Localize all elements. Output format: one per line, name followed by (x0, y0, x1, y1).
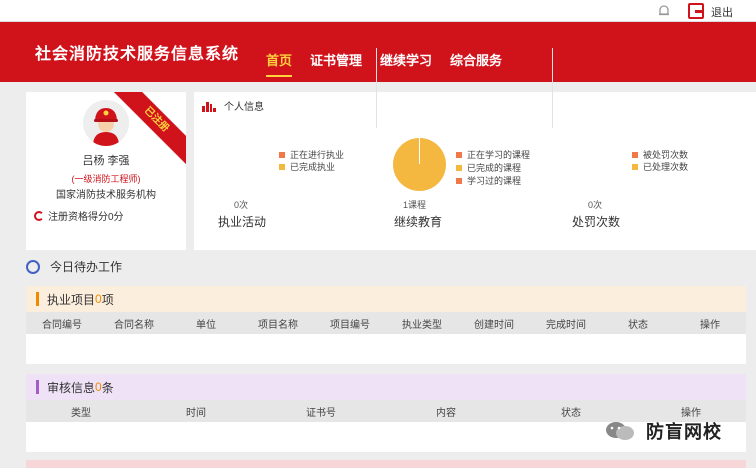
column-header: 合同名称 (114, 319, 154, 331)
wechat-logo-icon (606, 422, 634, 440)
stat-value: 1课程 (403, 200, 427, 210)
legend-swatch (456, 164, 462, 171)
tab-home[interactable]: 首页 (266, 50, 293, 77)
top-bar: 退出 (0, 0, 756, 22)
logout-icon[interactable] (688, 3, 704, 19)
profile-score: 注册资格得分0分 (34, 208, 124, 223)
column-header: 操作 (681, 407, 701, 419)
column-header: 合同编号 (42, 319, 82, 331)
practice-section: 执业项目 0 项 合同编号 合同名称 单位 项目名称 项目编号 执业类型 创建时… (26, 286, 746, 364)
tasks-header: 今日待办工作 (26, 258, 122, 275)
section-marker (36, 380, 39, 394)
column-header: 完成时间 (546, 319, 586, 331)
legend-swatch (456, 177, 462, 184)
stat-label[interactable]: 执业活动 (218, 213, 266, 230)
column-header: 时间 (186, 407, 206, 419)
column-header: 项目名称 (258, 319, 298, 331)
profile-role: (一级消防工程师) (71, 174, 141, 184)
practice-title: 执业项目 (47, 292, 96, 307)
avatar (83, 100, 129, 146)
legend-swatch (279, 163, 285, 170)
column-header: 内容 (436, 407, 456, 419)
watermark-text: 防盲网校 (646, 422, 722, 442)
column-header: 类型 (71, 407, 91, 419)
divider (552, 48, 553, 128)
clock-icon (26, 259, 40, 274)
stats-header-label: 个人信息 (224, 102, 264, 113)
column-header: 项目编号 (330, 319, 370, 331)
stat-value: 0次 (234, 200, 249, 210)
legend-item: 已完成的课程 (456, 161, 521, 174)
stat-value: 0次 (588, 200, 603, 210)
score-ring-icon (34, 210, 44, 221)
course-pie-chart (393, 138, 446, 191)
tab-services[interactable]: 综合服务 (450, 50, 502, 77)
legend-item: 正在学习的课程 (456, 148, 530, 161)
stat-label[interactable]: 处罚次数 (572, 213, 620, 230)
column-header: 证书号 (306, 407, 336, 419)
column-header: 单位 (196, 319, 216, 331)
next-section-edge (26, 460, 746, 468)
tab-study[interactable]: 继续学习 (380, 50, 432, 77)
practice-table-body (26, 334, 746, 364)
practice-table-header: 合同编号 合同名称 单位 项目名称 项目编号 执业类型 创建时间 完成时间 状态… (26, 312, 746, 334)
column-header: 操作 (700, 319, 720, 331)
review-header: 审核信息 0 条 (26, 374, 746, 400)
firefighter-avatar-icon (83, 100, 129, 146)
practice-count: 0 (95, 292, 102, 306)
stat-label[interactable]: 继续教育 (394, 213, 442, 230)
section-marker (36, 292, 39, 306)
logout-link[interactable]: 退出 (711, 4, 733, 20)
column-header: 创建时间 (474, 319, 514, 331)
bar-chart-icon (202, 100, 216, 112)
bell-icon[interactable] (657, 4, 671, 18)
app-title: 社会消防技术服务信息系统 (35, 46, 240, 63)
review-title: 审核信息 (47, 380, 96, 395)
review-unit: 条 (101, 380, 114, 395)
practice-header: 执业项目 0 项 (26, 286, 746, 312)
practice-unit: 项 (101, 292, 114, 307)
watermark: 防盲网校 (604, 418, 722, 444)
tab-certificate[interactable]: 证书管理 (310, 50, 362, 77)
legend-swatch (632, 163, 638, 170)
legend-item: 已处理次数 (632, 160, 688, 173)
profile-score-text: 注册资格得分0分 (48, 212, 124, 223)
legend-swatch (632, 151, 638, 158)
legend-item: 学习过的课程 (456, 174, 521, 187)
column-header: 状态 (628, 319, 648, 331)
app-header: 社会消防技术服务信息系统 首页 证书管理 继续学习 综合服务 (0, 22, 756, 82)
review-count: 0 (95, 380, 102, 394)
tasks-title: 今日待办工作 (50, 260, 123, 274)
profile-name: 吕杨 李强 (82, 155, 130, 167)
divider (376, 48, 377, 128)
column-header: 状态 (561, 407, 581, 419)
main-nav: 首页 证书管理 继续学习 综合服务 (266, 50, 502, 77)
legend-swatch (279, 151, 285, 158)
legend-swatch (456, 151, 462, 158)
profile-description: 国家消防技术服务机构 (56, 190, 156, 201)
profile-card: 已注册 吕杨 李强 (一级消防工程师) 国家消防技术服务机构 注册资格得分0分 (26, 92, 186, 250)
legend-item: 已完成执业 (279, 160, 335, 173)
stats-header: 个人信息 (202, 98, 264, 113)
column-header: 执业类型 (402, 319, 442, 331)
